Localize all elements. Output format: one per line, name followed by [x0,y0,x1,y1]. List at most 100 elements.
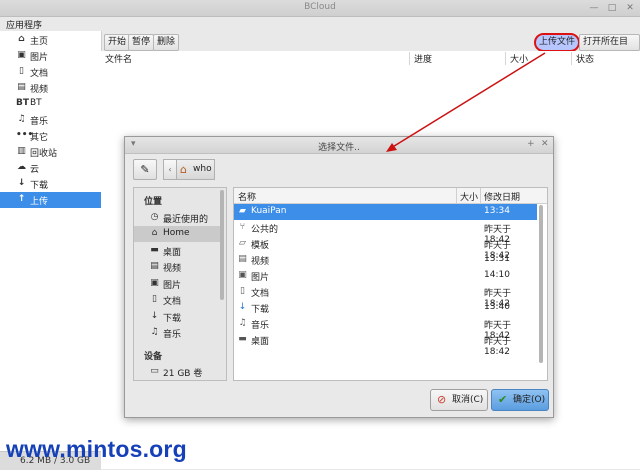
places-panel: 位置 ◷ 最近使用的 ⌂ Home ▬ 桌面 ▤ 视频 ▣ 图片 ▯ 文档 ↓ 下载 ♫ 音乐 … [133,187,227,381]
sidebar-item-upload[interactable]: ↑ 上传 [0,192,101,208]
column-name[interactable]: 名称 [238,190,256,203]
edit-location-button[interactable]: ✎ [133,159,157,180]
delete-button[interactable]: 删除 [153,34,180,51]
app-menu[interactable]: 应用程序 [6,18,42,31]
sidebar-item-label: 文档 [30,69,49,79]
place-videos[interactable]: ▤ 视频 [134,259,220,275]
path-home-button[interactable]: ⌂ who [176,159,215,180]
upload-file-button[interactable]: 上传文件 [534,33,581,52]
cancel-label: 取消(C) [452,395,484,405]
sidebar-item-music[interactable]: ♫ 音乐 [0,112,101,128]
file-row[interactable]: ▤ 视频 13:31 [234,252,537,268]
start-button[interactable]: 开始 [104,34,131,51]
column-size[interactable]: 大小 [505,52,528,65]
device-label: 21 GB 卷 [163,369,203,379]
place-documents[interactable]: ▯ 文档 [134,292,220,308]
file-row[interactable]: ⑂ 公共的 昨天于 18:42 [234,220,537,245]
camera-icon: ▣ [17,50,26,60]
file-date: 昨天于 18:42 [484,337,512,357]
film-icon: ▤ [17,82,26,92]
sidebar-item-pictures[interactable]: ▣ 图片 [0,48,101,64]
sidebar-item-label: BT [30,98,42,108]
toolbar: 开始 暂停 删除 上传文件 打开所在目录 [101,31,640,62]
place-recent[interactable]: ◷ 最近使用的 [134,210,220,226]
window-title: BCloud [304,2,336,12]
sidebar-item-downloads[interactable]: ↓ 下载 [0,176,101,192]
dialog-close-icon[interactable]: ✕ [541,139,549,149]
cancel-button[interactable]: ⊘ 取消(C) [430,389,488,411]
clock-icon: ◷ [150,212,159,222]
sidebar-item-videos[interactable]: ▤ 视频 [0,80,101,96]
cloud-icon: ☁ [17,162,26,172]
file-row[interactable]: ▱ 模板 昨天于 18:42 [234,236,537,261]
close-icon[interactable]: ✕ [624,2,636,14]
file-row[interactable]: ♫ 音乐 昨天于 18:42 [234,316,537,341]
file-name: 音乐 [251,321,270,331]
window-titlebar: BCloud — □ ✕ [0,0,640,17]
file-row[interactable]: ↓ 下载 13:40 [234,300,537,316]
place-downloads[interactable]: ↓ 下载 [134,309,220,325]
file-name: 模板 [251,241,270,251]
desktop-icon: ▬ [150,245,159,255]
bt-icon: BT [16,98,29,108]
maximize-icon[interactable]: □ [606,2,618,14]
place-label: 图片 [163,281,182,291]
sidebar-item-other[interactable]: ••• 其它 [0,128,101,144]
desktop-icon: ▬ [238,334,247,344]
column-modified[interactable]: 修改日期 [484,190,520,203]
document-icon: ▯ [19,66,24,76]
column-size[interactable]: 大小 [460,190,478,203]
ok-label: 确定(O) [513,395,546,405]
open-folder-button[interactable]: 打开所在目录 [579,34,640,62]
music-icon: ♫ [238,318,247,328]
file-name: 视频 [251,257,270,267]
document-icon: ▯ [240,286,245,296]
dialog-titlebar: ▾ 选择文件.. + ✕ [125,137,553,154]
upload-icon: ↑ [17,194,26,204]
path-scroll-left-button[interactable]: ‹ [163,159,177,180]
column-status[interactable]: 状态 [571,52,594,65]
device-volume[interactable]: ▭ 21 GB 卷 [134,364,220,380]
minimize-icon[interactable]: — [588,2,600,14]
place-label: 音乐 [163,330,182,340]
file-date: 14:10 [484,270,510,280]
file-list-header: 名称 大小 修改日期 [234,188,547,204]
place-pictures[interactable]: ▣ 图片 [134,276,220,292]
column-filename[interactable]: 文件名 [101,52,132,65]
places-header: 位置 [144,197,163,207]
sidebar-item-trash[interactable]: ▥ 回收站 [0,144,101,160]
column-progress[interactable]: 进度 [409,52,432,65]
share-icon: ⑂ [239,222,246,232]
place-label: 视频 [163,264,182,274]
file-row[interactable]: ▬ 桌面 昨天于 18:42 [234,332,537,357]
place-home[interactable]: ⌂ Home [134,226,220,242]
file-row[interactable]: ▯ 文档 昨天于 18:42 [234,284,537,309]
file-row[interactable]: ▰ KuaiPan 13:34 [234,204,537,220]
place-label: 下载 [163,314,182,324]
ok-button[interactable]: ✔ 确定(O) [491,389,549,411]
file-list-scrollbar[interactable] [539,205,543,363]
music-icon: ♫ [17,114,26,124]
home-icon: ⌂ [151,228,158,238]
sidebar-item-label: 其它 [30,133,49,143]
place-label: 桌面 [163,248,182,258]
places-scrollbar[interactable] [220,190,224,300]
download-icon: ↓ [150,311,159,321]
menubar: 应用程序 [0,17,640,31]
sidebar-item-documents[interactable]: ▯ 文档 [0,64,101,80]
document-icon: ▯ [152,294,157,304]
file-row[interactable]: ▣ 图片 14:10 [234,268,537,284]
sidebar-item-home[interactable]: ⌂ 主页 [0,32,101,48]
place-music[interactable]: ♫ 音乐 [134,325,220,341]
check-icon: ✔ [498,393,508,406]
dialog-plus-icon[interactable]: + [527,139,535,149]
sidebar-item-cloud[interactable]: ☁ 云 [0,160,101,176]
film-icon: ▤ [150,261,159,271]
upload-list-header: 文件名 进度 大小 状态 [101,51,640,66]
sidebar-item-label: 图片 [30,53,49,63]
pause-button[interactable]: 暂停 [128,34,155,51]
sidebar-item-bt[interactable]: BT BT [0,96,101,112]
sidebar-item-label: 上传 [30,197,49,207]
place-desktop[interactable]: ▬ 桌面 [134,243,220,259]
devices-header: 设备 [144,352,163,362]
